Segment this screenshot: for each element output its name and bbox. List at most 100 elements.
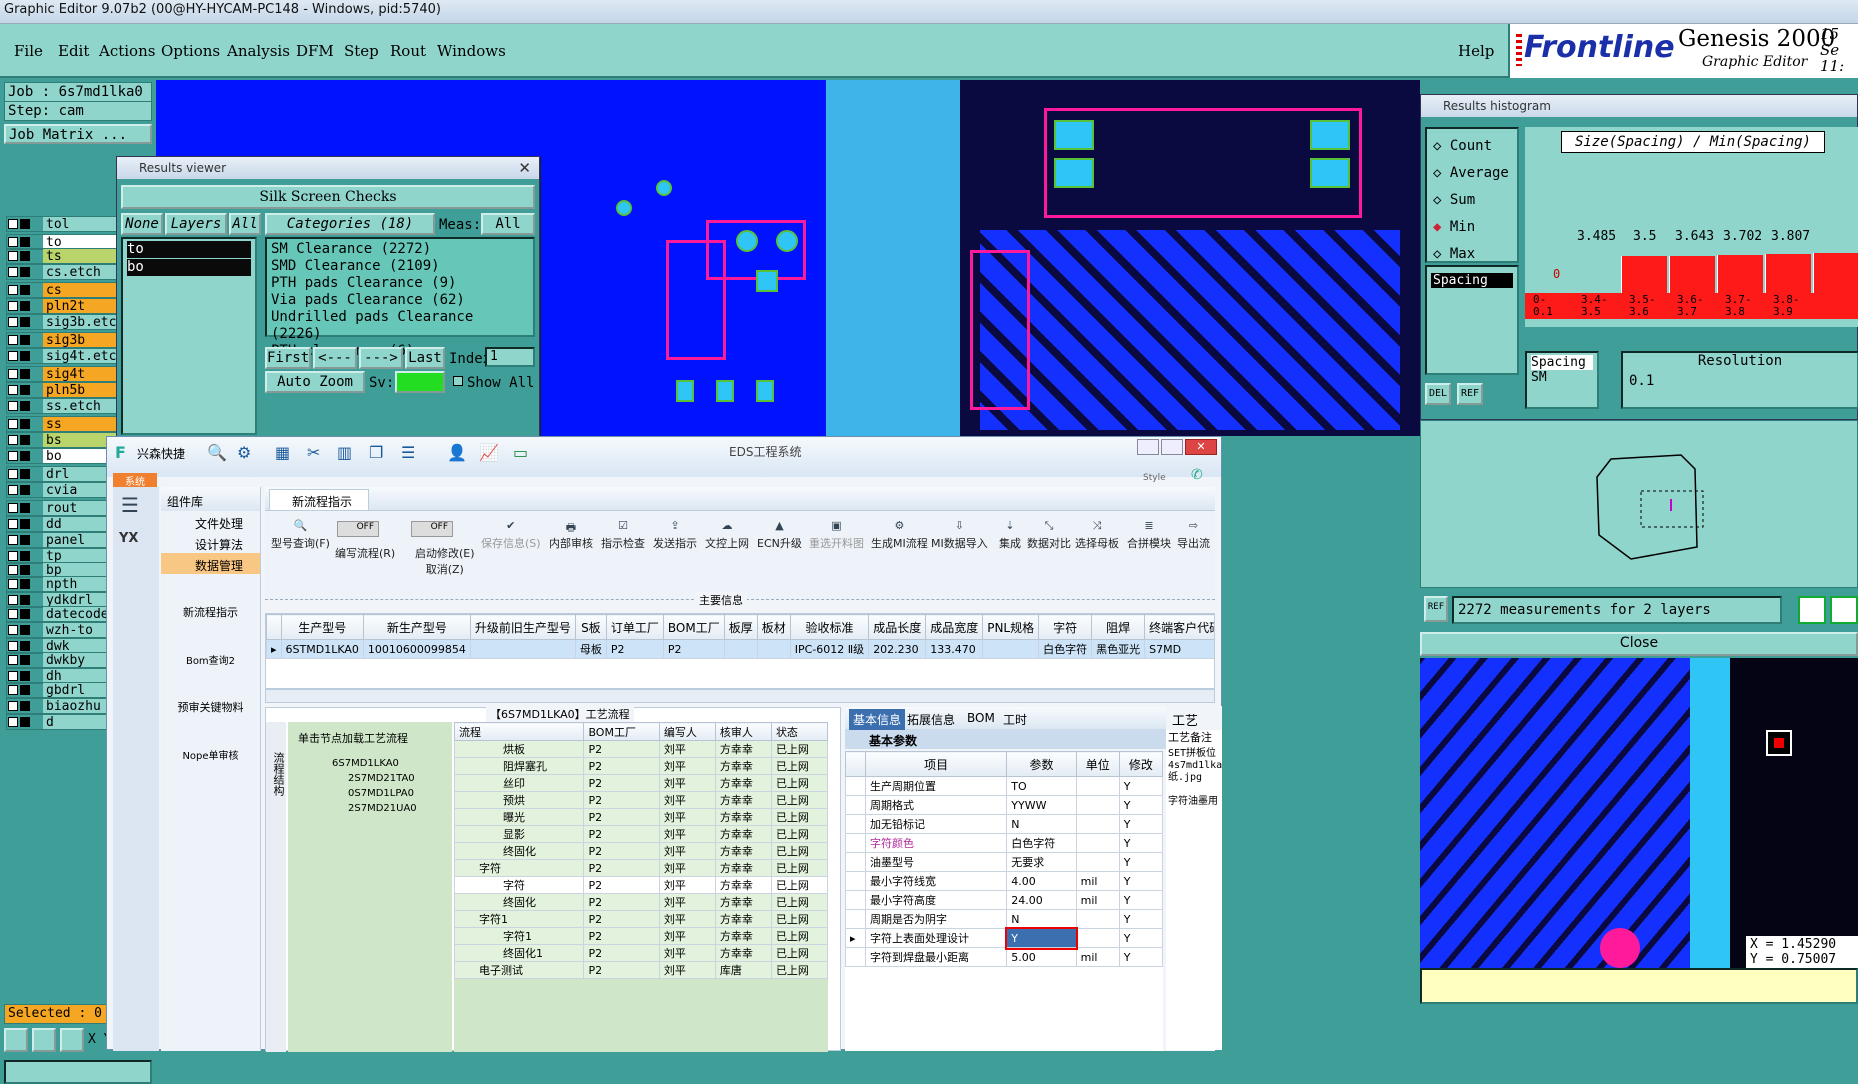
layer-checkbox[interactable] — [8, 701, 18, 711]
table-row[interactable]: 加无铅标记 N Y — [845, 814, 1163, 834]
none-button[interactable]: None — [121, 213, 163, 235]
layer-checkbox[interactable] — [8, 717, 18, 727]
menu-step[interactable]: Step — [344, 42, 379, 60]
layer-checkbox[interactable] — [8, 335, 18, 345]
table-cell[interactable]: 白色字符 — [1038, 639, 1093, 659]
del-button[interactable]: DEL — [1425, 383, 1451, 405]
table-cell[interactable]: 刘平 — [658, 774, 716, 792]
table-cell[interactable]: 终固化1 — [454, 944, 585, 962]
table-cell[interactable]: 已上网 — [770, 961, 828, 979]
layer-results-list[interactable]: to bo — [121, 237, 257, 435]
list-item[interactable]: Undrilled pads Clearance (2226) — [271, 309, 529, 343]
column-header[interactable]: BOM工厂 — [662, 614, 725, 640]
table-cell[interactable]: YYWW — [1006, 795, 1077, 815]
table-row[interactable]: 字符1 P2 刘平 方幸幸 已上网 — [454, 927, 828, 945]
layer-row[interactable]: sig4t — [6, 366, 124, 382]
table-cell[interactable]: 烘板 — [454, 740, 585, 758]
column-header[interactable]: 升级前旧生产型号 — [469, 614, 576, 640]
toolbar-button[interactable]: 🖶 内部审核 — [549, 519, 593, 551]
column-header[interactable]: 流程 — [454, 722, 585, 741]
table-cell[interactable]: 刘平 — [658, 876, 716, 894]
line-tool-icon[interactable] — [32, 1028, 56, 1052]
layer-checkbox[interactable] — [8, 671, 18, 681]
ref-button[interactable]: REF — [1457, 383, 1483, 405]
table-cell[interactable]: 字符 — [454, 859, 585, 877]
table-row[interactable]: 最小字符高度 24.00 mil Y — [845, 890, 1163, 910]
table-cell[interactable]: P2 — [583, 757, 660, 775]
menu-help[interactable]: Help — [1458, 42, 1494, 60]
list-item[interactable]: SM Clearance (2272) — [271, 241, 529, 258]
table-cell[interactable]: mil — [1075, 871, 1120, 891]
column-header[interactable]: 板材 — [756, 614, 791, 640]
layer-checkbox[interactable] — [8, 503, 18, 513]
table-cell[interactable]: Y — [1118, 871, 1163, 891]
layer-checkbox[interactable] — [8, 285, 18, 295]
column-header[interactable]: 项目 — [864, 751, 1008, 777]
spacing-list[interactable]: Spacing — [1425, 265, 1519, 375]
table-cell[interactable]: S7MD — [1144, 639, 1214, 659]
table-cell[interactable]: 字符1 — [454, 927, 585, 945]
phone-icon[interactable]: ✆ — [1191, 467, 1203, 483]
table-row[interactable]: 周期格式 YYWW Y — [845, 795, 1163, 815]
table-cell[interactable]: 202.230 — [868, 639, 927, 659]
tree-node[interactable]: 2S7MD21UA0 — [288, 799, 452, 814]
table-cell[interactable] — [982, 639, 1040, 659]
table-cell[interactable] — [1075, 909, 1120, 929]
table-cell[interactable]: P2 — [605, 639, 664, 659]
layer-checkbox[interactable] — [8, 267, 18, 277]
max-radio[interactable]: ◇ Max — [1433, 241, 1509, 268]
table-row[interactable]: 预烘 P2 刘平 方幸幸 已上网 — [454, 791, 828, 809]
show-all-checkbox[interactable] — [453, 376, 463, 386]
params-tab[interactable]: 工时 — [1003, 711, 1027, 728]
layer-checkbox[interactable] — [8, 251, 18, 261]
table-cell[interactable]: 刘平 — [658, 944, 716, 962]
column-header[interactable]: 单位 — [1075, 751, 1120, 777]
menu-icon[interactable]: ☰ — [121, 493, 151, 517]
user-icon[interactable]: 👤 — [447, 443, 467, 462]
table-row[interactable]: ▸ 字符上表面处理设计 Y Y — [845, 926, 1163, 950]
table-cell[interactable]: 周期是否为阴字 — [864, 909, 1008, 929]
column-header[interactable]: 新生产型号 — [362, 614, 471, 640]
column-header[interactable]: 状态 — [770, 722, 828, 741]
draw-tool-icon[interactable] — [4, 1028, 28, 1052]
table-cell[interactable]: 刘平 — [658, 740, 716, 758]
table-cell[interactable]: P2 — [583, 859, 660, 877]
table-cell[interactable]: Y — [1118, 947, 1163, 967]
table-cell[interactable]: 方幸幸 — [714, 791, 772, 809]
table-cell[interactable] — [1075, 833, 1120, 853]
nav-file-processing[interactable]: 文件处理 — [161, 511, 260, 532]
nav-data-management[interactable]: 数据管理 — [161, 553, 260, 574]
table-cell[interactable]: Y — [1118, 928, 1163, 948]
table-cell[interactable]: 方幸幸 — [714, 808, 772, 826]
table-row[interactable]: 显影 P2 刘平 方幸幸 已上网 — [454, 825, 828, 843]
table-cell[interactable]: 已上网 — [770, 927, 828, 945]
table-cell[interactable]: 刘平 — [658, 825, 716, 843]
layer-row[interactable]: cs — [6, 282, 124, 298]
table-row[interactable]: 字符1 P2 刘平 方幸幸 已上网 — [454, 910, 828, 928]
table-cell[interactable]: Y — [1118, 795, 1163, 815]
column-header[interactable]: 字符 — [1038, 614, 1093, 640]
table-cell[interactable]: 刘平 — [658, 859, 716, 877]
layer-checkbox[interactable] — [8, 595, 18, 605]
table-cell[interactable]: 生产周期位置 — [864, 776, 1008, 796]
categories-button[interactable]: Categories (18) — [265, 213, 435, 235]
resolution-value[interactable]: 0.1 — [1623, 373, 1857, 389]
table-cell[interactable]: 刘平 — [658, 927, 716, 945]
chart-icon[interactable]: 📈 — [479, 443, 499, 462]
table-cell[interactable]: 库唐 — [714, 961, 772, 979]
table-cell[interactable]: 字符1 — [454, 910, 585, 928]
column-header[interactable]: 参数 — [1006, 751, 1077, 777]
table-cell[interactable]: 133.470 — [925, 639, 984, 659]
edit-flow-toggle[interactable]: OFF — [337, 521, 379, 537]
menu-actions[interactable]: Actions — [99, 42, 155, 60]
layer-row[interactable]: pln5b — [6, 382, 124, 398]
table-cell[interactable]: mil — [1075, 947, 1120, 967]
grid-tool-icon[interactable] — [60, 1028, 84, 1052]
table-cell[interactable]: P2 — [583, 825, 660, 843]
maximize-button[interactable] — [1161, 439, 1183, 455]
table-cell[interactable]: 刘平 — [658, 791, 716, 809]
table-cell[interactable]: 刘平 — [658, 757, 716, 775]
bom-query-icon[interactable]: Bom查询2 — [161, 652, 260, 667]
table-cell[interactable]: 6STMD1LKA0 — [280, 639, 364, 659]
table-cell[interactable]: P2 — [583, 927, 660, 945]
